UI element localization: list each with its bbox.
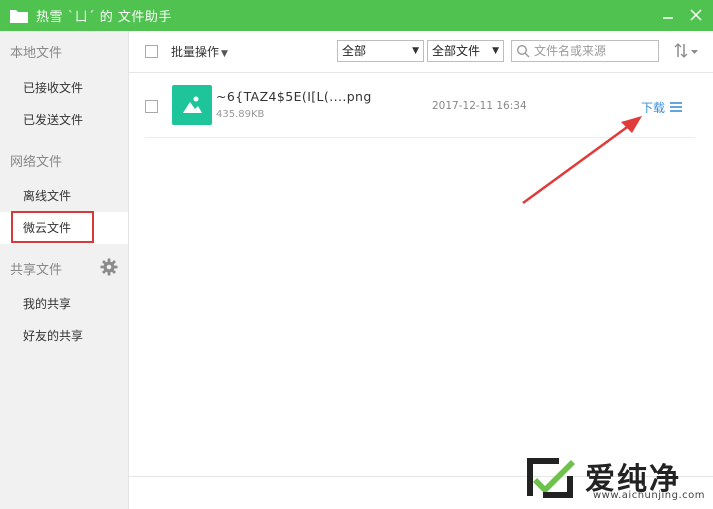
file-date: 2017-12-11 16:34	[432, 100, 527, 112]
search-input[interactable]	[534, 42, 656, 60]
close-icon[interactable]	[688, 7, 704, 23]
aichunjing-logo-icon	[527, 458, 575, 498]
sidebar-section-local: 本地文件	[10, 46, 63, 61]
file-size: 435.89KB	[216, 109, 265, 120]
chevron-down-icon: ▼	[492, 46, 499, 56]
select-all-checkbox[interactable]	[145, 45, 158, 58]
window-title: 热雪 `ㄩ´ 的 文件助手	[36, 10, 172, 25]
batch-operations-button[interactable]: 批量操作 ▼	[171, 43, 228, 60]
batch-operations-label: 批量操作	[171, 45, 220, 59]
scope-select[interactable]: 全部 ▼	[337, 40, 424, 62]
file-row[interactable]: ~6{TAZ4$5E(I[L(....png 435.89KB 2017-12-…	[145, 73, 695, 138]
scope-select-value: 全部	[342, 44, 367, 58]
highlight-box	[11, 211, 94, 243]
folder-icon	[10, 9, 28, 23]
gear-icon[interactable]	[100, 258, 118, 276]
minimize-icon[interactable]	[660, 7, 676, 23]
file-type-select-value: 全部文件	[432, 44, 481, 58]
file-type-select[interactable]: 全部文件 ▼	[427, 40, 504, 62]
sidebar-item-friend-shares[interactable]: 好友的共享	[0, 320, 128, 352]
sidebar-item-received[interactable]: 已接收文件	[0, 72, 128, 104]
toolbar: 批量操作 ▼ 全部 ▼ 全部文件 ▼	[129, 31, 713, 73]
title-bar: 热雪 `ㄩ´ 的 文件助手	[0, 0, 713, 31]
sort-icon[interactable]	[673, 41, 701, 61]
sidebar-section-shared: 共享文件	[10, 263, 63, 278]
sidebar-item-offline[interactable]: 离线文件	[0, 180, 128, 212]
sidebar-section-network: 网络文件	[10, 155, 63, 170]
search-box	[511, 40, 659, 62]
watermark: 爱纯净 www.aichunjing.com	[519, 452, 709, 506]
watermark-url: www.aichunjing.com	[593, 490, 705, 501]
sidebar-item-sent[interactable]: 已发送文件	[0, 104, 128, 136]
more-menu-icon[interactable]	[670, 101, 682, 113]
download-link[interactable]: 下载	[641, 99, 665, 116]
image-file-icon	[172, 85, 212, 125]
file-checkbox[interactable]	[145, 100, 158, 113]
file-name[interactable]: ~6{TAZ4$5E(I[L(....png	[216, 89, 372, 104]
sidebar-item-my-shares[interactable]: 我的共享	[0, 288, 128, 320]
search-icon	[516, 44, 530, 58]
caret-down-icon: ▼	[221, 49, 228, 59]
chevron-down-icon: ▼	[412, 46, 419, 56]
